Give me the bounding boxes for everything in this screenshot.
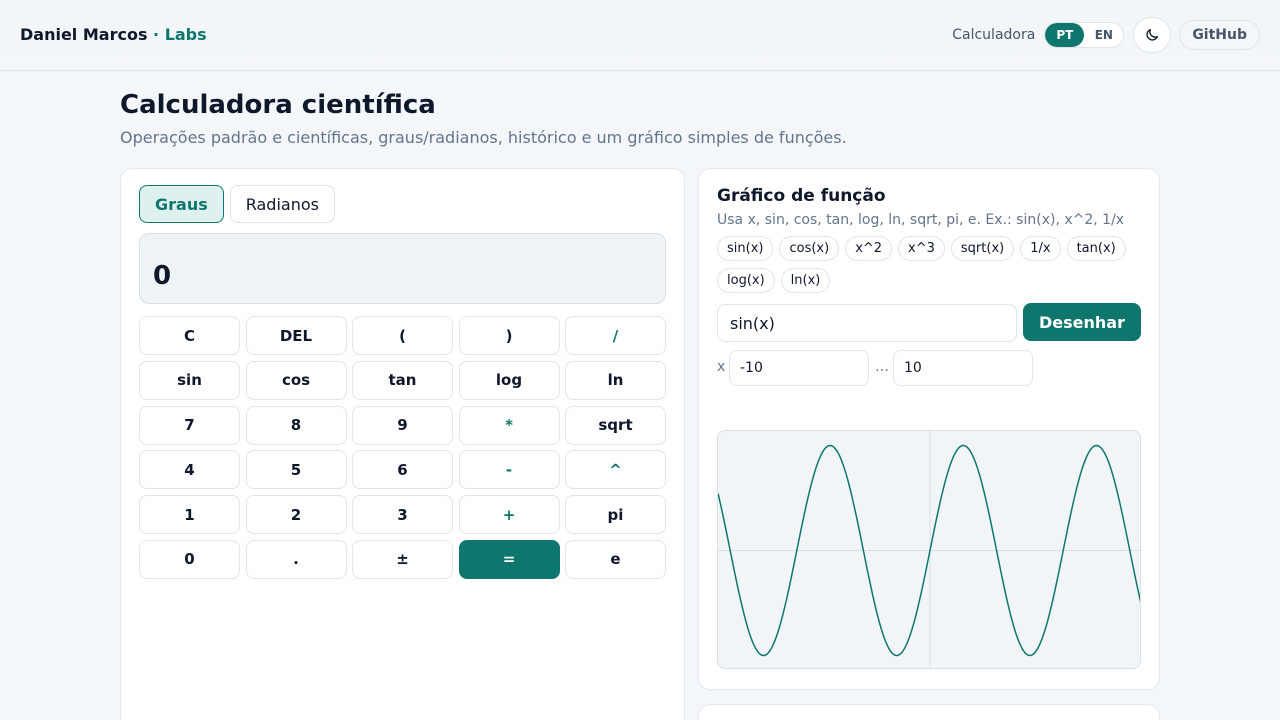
header-actions: Calculadora PT EN GitHub — [952, 17, 1260, 53]
brand[interactable]: Daniel Marcos · Labs — [20, 25, 207, 44]
lang-pt-button[interactable]: PT — [1045, 23, 1085, 47]
function-graph-card: Gráfico de função Usa x, sin, cos, tan, … — [698, 168, 1160, 690]
language-switch: PT EN — [1044, 22, 1125, 48]
x-range-label: x — [717, 359, 726, 375]
brand-suffix: Labs — [164, 25, 207, 44]
mode-degrees-button[interactable]: Graus — [139, 185, 224, 223]
key-e[interactable]: e — [565, 539, 666, 579]
display-value: 0 — [153, 261, 172, 291]
key-plus[interactable]: + — [458, 495, 560, 535]
preset-chips: sin(x) cos(x) x^2 x^3 sqrt(x) 1/x tan(x) log(x)… — [717, 236, 1147, 300]
key-6[interactable]: 6 — [352, 450, 453, 490]
preset-chip[interactable]: cos(x) — [779, 236, 840, 261]
lang-en-button[interactable]: EN — [1084, 23, 1123, 47]
graph-hint: Usa x, sin, cos, tan, log, ln, sqrt, pi,… — [717, 212, 1125, 228]
key-sqrt[interactable]: sqrt — [565, 405, 666, 445]
key-decimal[interactable]: . — [245, 539, 347, 579]
preset-chip[interactable]: sin(x) — [717, 236, 774, 261]
draw-button[interactable]: Desenhar — [1023, 303, 1141, 341]
key-close-paren[interactable]: ) — [458, 316, 560, 355]
key-4[interactable]: 4 — [139, 450, 240, 490]
theme-toggle-button[interactable] — [1133, 17, 1172, 53]
key-power[interactable]: ^ — [565, 450, 666, 490]
key-c[interactable]: C — [139, 316, 240, 355]
key-1[interactable]: 1 — [139, 495, 240, 535]
key-ln[interactable]: ln — [565, 360, 666, 400]
section-label: Calculadora — [952, 27, 1036, 43]
key-equals[interactable]: = — [458, 539, 560, 579]
key-5[interactable]: 5 — [245, 450, 347, 490]
x-min-input[interactable] — [729, 350, 869, 386]
key-9[interactable]: 9 — [352, 405, 453, 445]
function-input[interactable] — [717, 304, 1017, 342]
key-tan[interactable]: tan — [352, 360, 453, 400]
key-sin[interactable]: sin — [139, 360, 240, 400]
key-cos[interactable]: cos — [245, 360, 347, 400]
brand-name: Daniel Marcos — [20, 25, 148, 44]
key-7[interactable]: 7 — [139, 405, 240, 445]
preset-chip[interactable]: tan(x) — [1066, 236, 1126, 261]
history-card — [698, 704, 1160, 720]
github-button[interactable]: GitHub — [1179, 20, 1260, 50]
key-open-paren[interactable]: ( — [352, 316, 453, 355]
page-subtitle: Operações padrão e científicas, graus/ra… — [120, 128, 847, 147]
key-8[interactable]: 8 — [245, 405, 347, 445]
key-sign[interactable]: ± — [352, 539, 453, 579]
preset-chip[interactable]: 1/x — [1020, 236, 1061, 261]
preset-chip[interactable]: x^2 — [845, 236, 893, 261]
plot-canvas — [718, 431, 1140, 668]
brand-separator: · — [147, 25, 165, 44]
key-2[interactable]: 2 — [245, 495, 347, 535]
mode-radians-button[interactable]: Radianos — [229, 185, 335, 223]
graph-title: Gráfico de função — [717, 186, 886, 206]
preset-chip[interactable]: sqrt(x) — [950, 236, 1015, 261]
top-bar: Daniel Marcos · Labs Calculadora PT EN G… — [0, 0, 1280, 71]
preset-chip[interactable]: ln(x) — [780, 268, 831, 293]
page-title: Calculadora científica — [120, 90, 436, 120]
key-divide[interactable]: / — [565, 316, 666, 355]
function-plot[interactable] — [717, 430, 1141, 669]
range-separator: … — [875, 359, 889, 375]
angle-mode-toggle: Graus Radianos — [139, 185, 341, 223]
calculator-display: 0 — [139, 233, 666, 304]
calculator-card: Graus Radianos 0 C DEL() / sin cos tan log ln 7 8… — [120, 168, 685, 720]
preset-chip[interactable]: log(x) — [717, 268, 775, 293]
x-max-input[interactable] — [893, 350, 1033, 386]
key-pi[interactable]: pi — [565, 495, 666, 535]
preset-chip[interactable]: x^3 — [898, 236, 945, 261]
key-minus[interactable]: - — [458, 450, 560, 490]
key-0[interactable]: 0 — [139, 539, 240, 579]
keypad: C DEL() / sin cos tan log ln 7 8 9 * sqrt 4 5 6- ^ 1 2 3 + pi… — [139, 316, 666, 579]
key-log[interactable]: log — [458, 360, 560, 400]
key-del[interactable]: DEL — [245, 316, 347, 355]
key-multiply[interactable]: * — [458, 405, 560, 445]
moon-icon — [1146, 29, 1159, 41]
key-3[interactable]: 3 — [352, 495, 453, 535]
